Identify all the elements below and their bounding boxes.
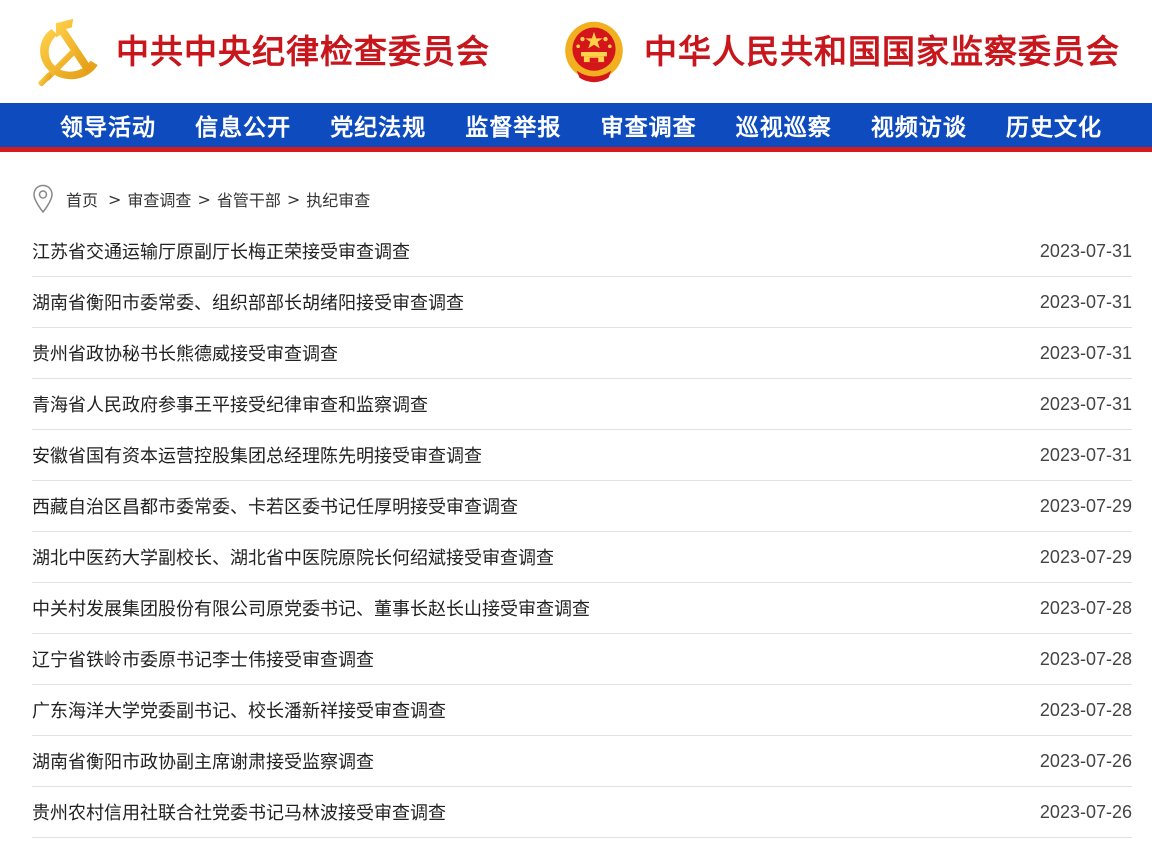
article-date: 2023-07-29 bbox=[1039, 546, 1132, 567]
list-item: 西藏自治区昌都市委常委、卡若区委书记任厚明接受审查调查 2023-07-29 bbox=[32, 481, 1132, 532]
article-title-link[interactable]: 湖南省衡阳市委常委、组织部部长胡绪阳接受审查调查 bbox=[32, 289, 464, 315]
nav-item-video-interviews[interactable]: 视频访谈 bbox=[871, 108, 967, 142]
article-title-link[interactable]: 辽宁省铁岭市委原书记李士伟接受审查调查 bbox=[32, 646, 374, 672]
article-date: 2023-07-31 bbox=[1039, 291, 1132, 312]
article-title-link[interactable]: 湖南省衡阳市政协副主席谢肃接受监察调查 bbox=[32, 748, 374, 774]
breadcrumb: 首页 > 审查调查 > 省管干部 > 执纪审查 bbox=[32, 182, 1152, 216]
nsc-title: 中华人民共和国国家监察委员会 bbox=[644, 32, 1120, 71]
article-date: 2023-07-31 bbox=[1039, 393, 1132, 414]
nav-item-history-culture[interactable]: 历史文化 bbox=[1006, 108, 1102, 142]
article-title-link[interactable]: 湖北中医药大学副校长、湖北省中医院原院长何绍斌接受审查调查 bbox=[32, 544, 554, 570]
nav-item-leadership-activities[interactable]: 领导活动 bbox=[60, 108, 156, 142]
nav-item-inspection-tours[interactable]: 巡视巡察 bbox=[736, 108, 832, 142]
article-title-link[interactable]: 广东海洋大学党委副书记、校长潘新祥接受审查调查 bbox=[32, 697, 446, 723]
list-item: 贵州省政协秘书长熊德威接受审查调查 2023-07-31 bbox=[32, 328, 1132, 379]
breadcrumb-separator: > bbox=[286, 189, 301, 209]
site-header: 中共中央纪律检查委员会 中华人民共和国国家监察委员会 bbox=[0, 0, 1152, 103]
list-item: 湖南省衡阳市政协副主席谢肃接受监察调查 2023-07-26 bbox=[32, 736, 1132, 787]
list-item: 安徽省国有资本运营控股集团总经理陈先明接受审查调查 2023-07-31 bbox=[32, 430, 1132, 481]
nav-item-investigation[interactable]: 审查调查 bbox=[601, 108, 697, 142]
breadcrumb-discipline-review[interactable]: 执纪审查 bbox=[306, 187, 370, 211]
ccdi-logo[interactable]: 中共中央纪律检查委员会 bbox=[30, 0, 490, 103]
breadcrumb-provincial-cadres[interactable]: 省管干部 bbox=[217, 187, 281, 211]
article-title-link[interactable]: 青海省人民政府参事王平接受纪律审查和监察调查 bbox=[32, 391, 428, 417]
breadcrumb-home[interactable]: 首页 bbox=[66, 187, 98, 211]
breadcrumb-investigation[interactable]: 审查调查 bbox=[127, 187, 191, 211]
article-title-link[interactable]: 西藏自治区昌都市委常委、卡若区委书记任厚明接受审查调查 bbox=[32, 493, 518, 519]
article-title-link[interactable]: 贵州省政协秘书长熊德威接受审查调查 bbox=[32, 340, 338, 366]
article-date: 2023-07-31 bbox=[1039, 342, 1132, 363]
article-date: 2023-07-31 bbox=[1039, 444, 1132, 465]
nav-item-information-disclosure[interactable]: 信息公开 bbox=[195, 108, 291, 142]
list-item: 湖南省衡阳市委常委、组织部部长胡绪阳接受审查调查 2023-07-31 bbox=[32, 277, 1132, 328]
article-date: 2023-07-28 bbox=[1039, 597, 1132, 618]
list-item: 湖北中医药大学副校长、湖北省中医院原院长何绍斌接受审查调查 2023-07-29 bbox=[32, 532, 1132, 583]
article-date: 2023-07-31 bbox=[1039, 240, 1132, 261]
nav-item-party-regulations[interactable]: 党纪法规 bbox=[330, 108, 426, 142]
article-date: 2023-07-29 bbox=[1039, 495, 1132, 516]
list-item: 辽宁省铁岭市委原书记李士伟接受审查调查 2023-07-28 bbox=[32, 634, 1132, 685]
nav-item-supervision-report[interactable]: 监督举报 bbox=[465, 108, 561, 142]
national-emblem-icon bbox=[565, 21, 623, 82]
list-item: 广东海洋大学党委副书记、校长潘新祥接受审查调查 2023-07-28 bbox=[32, 685, 1132, 736]
article-list: 江苏省交通运输厅原副厅长梅正荣接受审查调查 2023-07-31 湖南省衡阳市委… bbox=[32, 226, 1132, 838]
article-title-link[interactable]: 安徽省国有资本运营控股集团总经理陈先明接受审查调查 bbox=[32, 442, 482, 468]
article-date: 2023-07-26 bbox=[1039, 801, 1132, 822]
article-date: 2023-07-26 bbox=[1039, 750, 1132, 771]
breadcrumb-separator: > bbox=[197, 189, 211, 209]
list-item: 青海省人民政府参事王平接受纪律审查和监察调查 2023-07-31 bbox=[32, 379, 1132, 430]
location-pin-icon bbox=[33, 184, 53, 214]
article-date: 2023-07-28 bbox=[1039, 699, 1132, 720]
list-item: 中关村发展集团股份有限公司原党委书记、董事长赵长山接受审查调查 2023-07-… bbox=[32, 583, 1132, 634]
main-nav: 领导活动 信息公开 党纪法规 监督举报 审查调查 巡视巡察 视频访谈 历史文化 bbox=[0, 103, 1152, 152]
breadcrumb-separator: > bbox=[108, 189, 122, 209]
article-date: 2023-07-28 bbox=[1039, 648, 1132, 669]
party-emblem-icon bbox=[38, 18, 98, 86]
nsc-logo[interactable]: 中华人民共和国国家监察委员会 bbox=[558, 0, 1120, 103]
article-title-link[interactable]: 中关村发展集团股份有限公司原党委书记、董事长赵长山接受审查调查 bbox=[32, 595, 590, 621]
ccdi-title: 中共中央纪律检查委员会 bbox=[116, 32, 490, 71]
article-title-link[interactable]: 江苏省交通运输厅原副厅长梅正荣接受审查调查 bbox=[32, 238, 410, 264]
list-item: 江苏省交通运输厅原副厅长梅正荣接受审查调查 2023-07-31 bbox=[32, 226, 1132, 277]
article-title-link[interactable]: 贵州农村信用社联合社党委书记马林波接受审查调查 bbox=[32, 799, 446, 825]
list-item: 贵州农村信用社联合社党委书记马林波接受审查调查 2023-07-26 bbox=[32, 787, 1132, 838]
